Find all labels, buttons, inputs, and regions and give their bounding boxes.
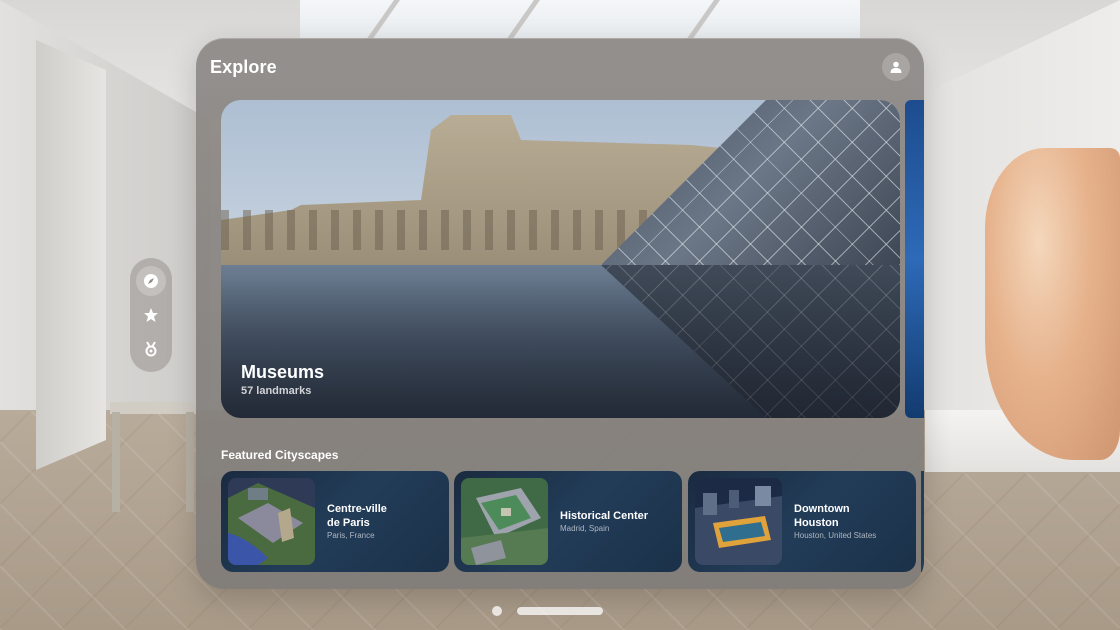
cityscape-card[interactable]: Historical Center Madrid, Spain [454, 471, 682, 572]
cityscape-location: Paris, France [327, 531, 375, 540]
profile-button[interactable] [882, 53, 910, 81]
compass-icon [144, 274, 158, 288]
cityscape-thumbnail [228, 478, 315, 565]
wall-canvas [36, 40, 106, 470]
cityscape-card[interactable]: Downtown Houston Houston, United States [688, 471, 916, 572]
hero-subtitle: 57 landmarks [241, 385, 312, 397]
marble-sculpture [985, 148, 1120, 460]
next-cityscape-card-peek[interactable] [921, 471, 924, 572]
cityscape-location: Houston, United States [794, 531, 877, 540]
hero-title: Museums [241, 362, 325, 382]
star-icon [144, 308, 158, 322]
cityscape-thumbnail [461, 478, 548, 565]
cityscape-location: Madrid, Spain [560, 524, 610, 533]
cityscape-name: Centre-ville de Paris [327, 503, 387, 529]
section-title: Featured Cityscapes [221, 448, 339, 462]
window-grabber-bar[interactable] [517, 607, 603, 615]
tab-achievements[interactable] [136, 334, 166, 364]
hero-card-museums[interactable]: Museums 57 landmarks [221, 100, 900, 418]
cityscape-name: Downtown Houston [794, 503, 850, 529]
next-hero-card-peek[interactable] [905, 100, 924, 418]
page-title: Explore [210, 57, 277, 77]
bench [110, 402, 196, 414]
window-close-dot[interactable] [492, 606, 502, 616]
side-tab-bar [130, 258, 172, 372]
explore-window: Explore Museums 57 landmarks Featured Ci… [196, 38, 924, 589]
tab-explore[interactable] [136, 266, 166, 296]
cityscape-thumbnail [695, 478, 782, 565]
cityscape-name: Historical Center [560, 510, 649, 522]
person-icon [890, 61, 902, 73]
bench-leg [112, 412, 120, 512]
cityscape-card[interactable]: Centre-ville de Paris Paris, France [221, 471, 449, 572]
tab-favorites[interactable] [136, 300, 166, 330]
medal-icon [145, 341, 157, 357]
bench-leg [186, 412, 194, 512]
